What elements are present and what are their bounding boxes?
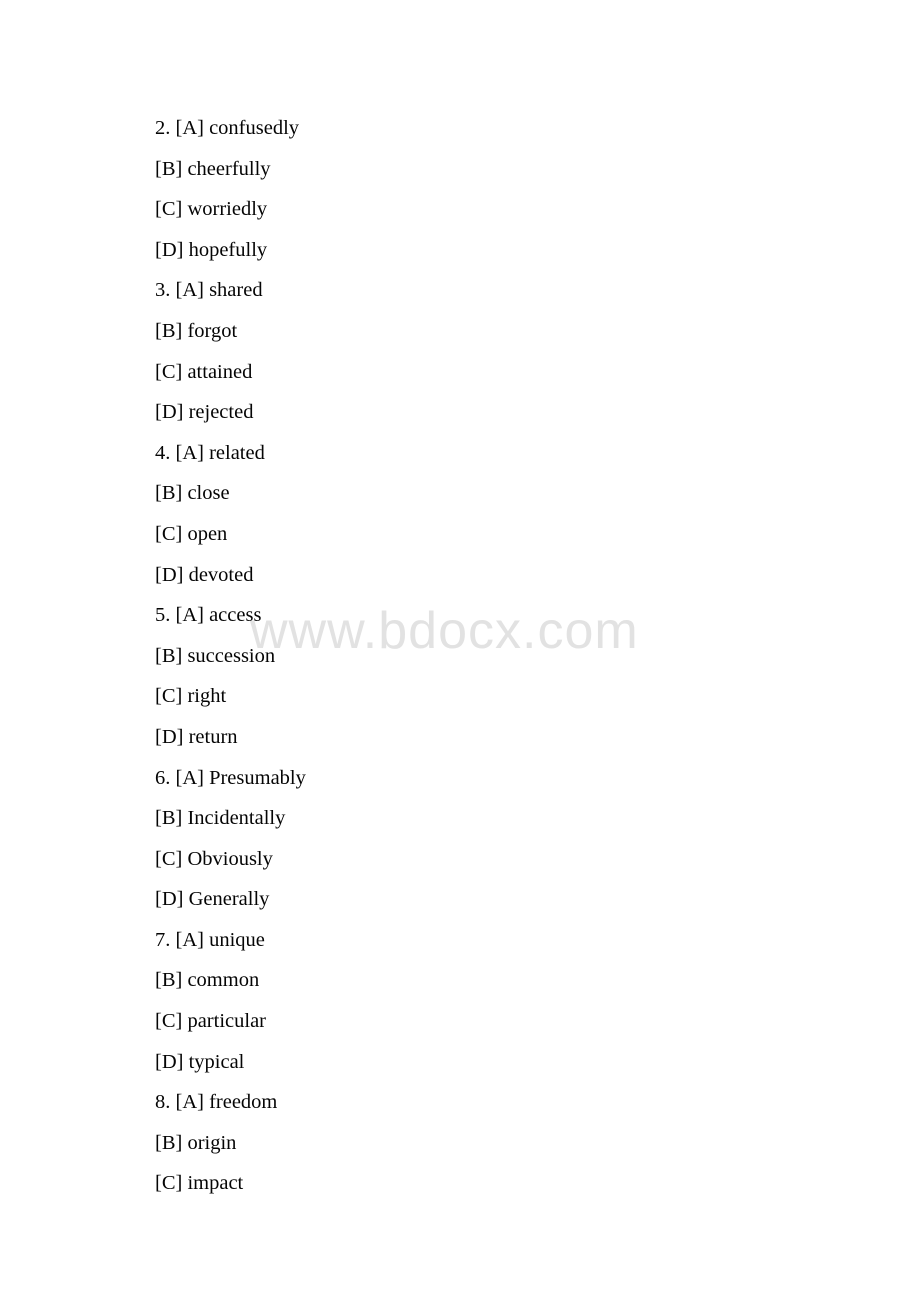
text-line: 5. [A] access bbox=[155, 604, 262, 627]
text-line: [D] rejected bbox=[155, 401, 254, 424]
text-line: [B] cheerfully bbox=[155, 157, 271, 180]
text-line: [B] Incidentally bbox=[155, 807, 286, 830]
text-line: [C] Obviously bbox=[155, 847, 273, 870]
text-line: [D] hopefully bbox=[155, 238, 268, 261]
text-line: [C] attained bbox=[155, 360, 253, 383]
text-line: 6. [A] Presumably bbox=[155, 766, 306, 789]
text-line: [D] devoted bbox=[155, 563, 254, 586]
text-line: [C] impact bbox=[155, 1172, 244, 1195]
text-line: [B] forgot bbox=[155, 319, 238, 342]
text-line: [C] worriedly bbox=[155, 198, 268, 221]
text-line: [D] typical bbox=[155, 1050, 245, 1073]
text-line: 8. [A] freedom bbox=[155, 1091, 278, 1114]
text-line: [B] common bbox=[155, 969, 260, 992]
text-line: [C] particular bbox=[155, 1010, 266, 1033]
text-line: [B] succession bbox=[155, 644, 276, 667]
text-line: 3. [A] shared bbox=[155, 279, 263, 302]
text-line: 7. [A] unique bbox=[155, 928, 265, 951]
text-line: 4. [A] related bbox=[155, 441, 265, 464]
text-line: [C] right bbox=[155, 685, 227, 708]
text-line: 2. [A] confusedly bbox=[155, 117, 300, 139]
text-line: [B] origin bbox=[155, 1131, 237, 1154]
text-line: [C] open bbox=[155, 522, 228, 545]
text-line: [D] Generally bbox=[155, 888, 270, 911]
document-page: www.bdocx.com 2. [A] confusedly [B] cheer… bbox=[0, 0, 920, 1302]
text-line: [B] close bbox=[155, 482, 230, 505]
text-line: [D] return bbox=[155, 725, 238, 748]
document-text-body: 2. [A] confusedly [B] cheerfully [C] worri… bbox=[155, 108, 860, 1204]
